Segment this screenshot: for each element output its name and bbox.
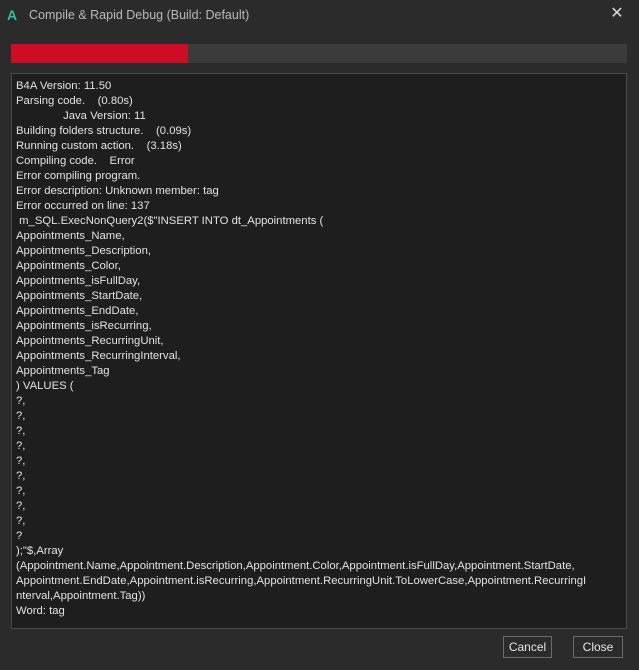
log-line: ?,	[16, 515, 26, 527]
compile-log[interactable]: B4A Version: 11.50 Parsing code. (0.80s) …	[11, 73, 627, 629]
progress-fill	[11, 44, 188, 63]
log-line: Error description: Unknown member: tag	[16, 185, 219, 197]
compile-progress-bar	[11, 44, 627, 63]
log-line: Building folders structure. (0.09s)	[16, 125, 192, 137]
log-line: ?,	[16, 410, 26, 422]
log-line: B4A Version: 11.50	[16, 80, 112, 92]
log-line: Appointments_StartDate,	[16, 290, 143, 302]
title-bar: A Compile & Rapid Debug (Build: Default)…	[0, 0, 639, 30]
window-title: Compile & Rapid Debug (Build: Default)	[29, 8, 250, 22]
log-line: Running custom action. (3.18s)	[16, 140, 182, 152]
log-line: Appointments_isFullDay,	[16, 275, 141, 287]
log-line: Error occurred on line: 137	[16, 200, 150, 212]
log-line: ?,	[16, 500, 26, 512]
b4a-app-icon: A	[7, 7, 18, 23]
log-line: Error compiling program.	[16, 170, 141, 182]
log-line: Java Version: 11	[16, 110, 146, 122]
log-line: ?,	[16, 425, 26, 437]
log-line: Appointments_RecurringInterval,	[16, 350, 181, 362]
cancel-button[interactable]: Cancel	[503, 636, 552, 658]
log-line: Word: tag	[16, 605, 65, 617]
log-line: ?,	[16, 470, 26, 482]
log-line: ) VALUES (	[16, 380, 74, 392]
log-line: Compiling code. Error	[16, 155, 135, 167]
log-line: (Appointment.Name,Appointment.Descriptio…	[16, 560, 575, 572]
log-line: ?	[16, 530, 23, 542]
log-line: Appointment.EndDate,Appointment.isRecurr…	[16, 575, 587, 587]
log-line: Appointments_RecurringUnit,	[16, 335, 164, 347]
log-line: Appointments_EndDate,	[16, 305, 139, 317]
close-button[interactable]: Close	[573, 636, 623, 658]
log-line: m_SQL.ExecNonQuery2($"INSERT INTO dt_App…	[16, 215, 324, 227]
log-line: );"$,Array	[16, 545, 64, 557]
log-line: ?,	[16, 440, 26, 452]
log-line: ?,	[16, 395, 26, 407]
log-line: ?,	[16, 455, 26, 467]
log-line: Appointments_Description,	[16, 245, 152, 257]
log-line: Parsing code. (0.80s)	[16, 95, 133, 107]
log-line: Appointments_isRecurring,	[16, 320, 152, 332]
close-icon[interactable]: ✕	[609, 6, 625, 22]
log-line: Appointments_Color,	[16, 260, 121, 272]
log-line: Appointments_Name,	[16, 230, 125, 242]
log-line: Appointments_Tag	[16, 365, 110, 377]
log-line: ?,	[16, 485, 26, 497]
log-line: nterval,Appointment.Tag))	[16, 590, 146, 602]
